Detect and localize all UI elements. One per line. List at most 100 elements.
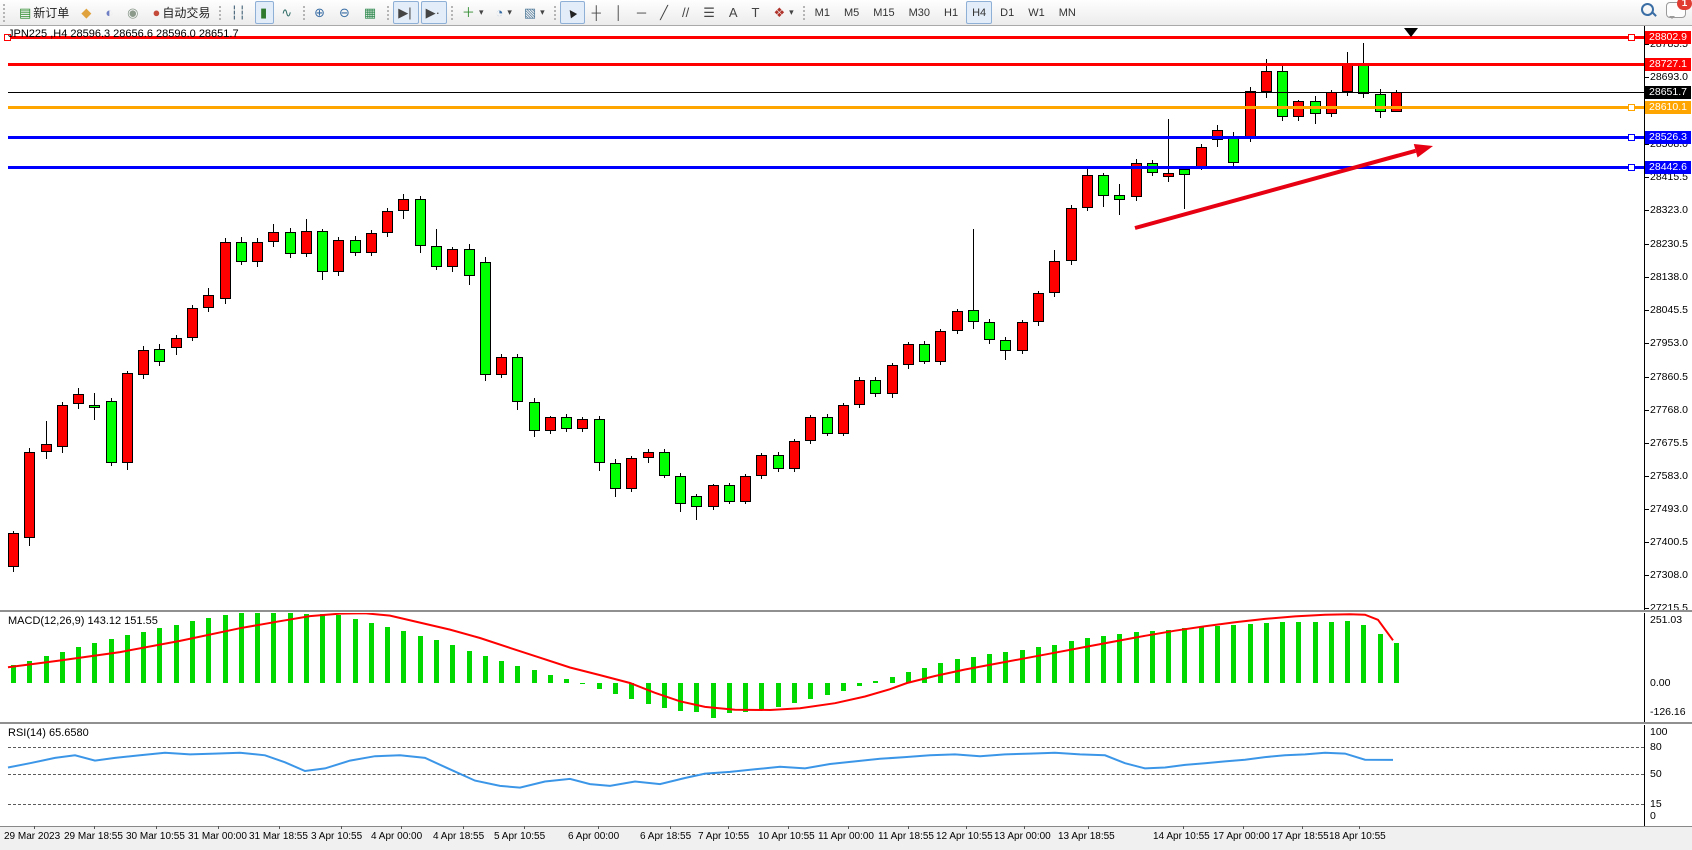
time-axis-label: 6 Apr 18:55 [640,831,691,842]
timeframe-h1-button[interactable]: H1 [938,1,964,24]
macd-histogram-bar [1182,628,1187,683]
pane-separator[interactable] [0,610,1692,613]
candle [1196,147,1207,167]
macd-axis-label: -126.16 [1650,706,1686,718]
candlestick-chart-type-button[interactable]: ▮ [255,1,274,24]
timeframe-m1-button[interactable]: M1 [809,1,836,24]
pane-separator[interactable] [0,722,1692,725]
candle [398,199,409,212]
candle [1114,195,1125,200]
horizontal-level-line[interactable] [8,63,1644,66]
text-label-button[interactable]: T [747,1,767,24]
trendline-button[interactable]: ╱ [655,1,675,24]
line-chart-type-button[interactable]: ∿ [276,1,299,24]
timeframe-m30-button[interactable]: M30 [903,1,936,24]
macd-histogram-bar [694,683,699,712]
horizontal-line-button[interactable]: ─ [632,1,653,24]
line-selection-marker[interactable] [1628,134,1635,141]
timeframe-d1-button[interactable]: D1 [994,1,1020,24]
macd-histogram-bar [1036,647,1041,683]
macd-histogram-bar [580,683,585,684]
macd-histogram-bar [873,681,878,683]
macd-histogram-bar [646,683,651,704]
fibonacci-button-icon: ☰ [703,6,715,19]
chart-shift-marker-icon[interactable] [1404,28,1418,44]
channel-button[interactable]: // [677,1,696,24]
horizontal-level-line[interactable] [8,166,1644,169]
timeframe-w1-button[interactable]: W1 [1022,1,1051,24]
timeframe-h4-button[interactable]: H4 [966,1,992,24]
horizontal-level-line[interactable] [8,106,1644,109]
line-selection-marker[interactable] [1628,104,1635,111]
macd-histogram-bar [1150,631,1155,683]
macd-axis-label: 251.03 [1650,614,1682,626]
candle [89,405,100,408]
zoom-in-button[interactable]: ⊕ [309,1,332,24]
rsi-pane[interactable] [0,725,1692,826]
chart-shift-button[interactable]: ▶· [421,1,447,24]
tile-windows-button[interactable]: ▦ [359,1,383,24]
profile-icon[interactable]: ◐ [100,1,120,24]
current-price-line[interactable] [8,92,1644,93]
price-tick [1644,277,1649,278]
macd-histogram-bar [548,675,553,683]
timeframe-m5-button[interactable]: M5 [838,1,865,24]
macd-pane[interactable] [0,613,1692,722]
text-button[interactable]: A [724,1,745,24]
timeframe-group: M1M5M15M30H1H4D1W1MN [808,1,1083,24]
macd-histogram-bar [825,683,830,695]
crosshair-button[interactable]: ┼ [587,1,608,24]
notifications-icon[interactable]: 1 [1666,2,1686,18]
horizontal-level-line[interactable] [8,136,1644,139]
candle [1375,94,1386,112]
price-tick-label: 27583.0 [1650,470,1688,482]
toolbar-separator [451,6,453,20]
arrows-button[interactable]: ❖▾ [768,1,798,24]
price-tick-label: 28230.5 [1650,238,1688,250]
macd-histogram-bar [1378,634,1383,683]
cursor-button[interactable]: ▲ [560,1,585,24]
line-selection-marker[interactable] [1628,34,1635,41]
dropdown-caret-icon: ▾ [479,7,484,18]
macd-histogram-bar [1394,643,1399,683]
price-tick-label: 27308.0 [1650,569,1688,581]
timeframe-mn-button[interactable]: MN [1053,1,1082,24]
timeframe-m15-button[interactable]: M15 [867,1,900,24]
crayon-icon[interactable]: ◆ [76,1,98,24]
price-tick [1644,244,1649,245]
candle [333,240,344,272]
macd-histogram-bar [353,619,358,683]
macd-histogram-bar [1329,622,1334,683]
vertical-line-button[interactable]: │ [610,1,630,24]
auto-scroll-button[interactable]: ▶| [393,1,418,24]
macd-histogram-bar [629,683,634,699]
bar-chart-type-button[interactable]: ┆┆ [225,1,253,24]
line-selection-marker[interactable] [1628,164,1635,171]
candle [236,242,247,262]
search-icon[interactable] [1640,2,1656,18]
templates-button[interactable]: ▧▾ [519,1,550,24]
signal-icon[interactable]: ◉ [122,1,145,24]
macd-histogram-bar [467,651,472,683]
price-chart-pane[interactable] [0,26,1692,610]
macd-histogram-bar [906,672,911,683]
zoom-out-button[interactable]: ⊖ [334,1,357,24]
candle [545,417,556,431]
new-order-button[interactable]: ▤新订单 [14,1,74,24]
macd-histogram-bar [320,614,325,683]
macd-histogram-bar [597,683,602,689]
chart-title: JPN225 ,H4 28596.3 28656.6 28596.0 28651… [8,28,239,40]
new-chart-button[interactable]: ＋▾ [457,1,489,24]
price-tick-label: 28138.0 [1650,271,1688,283]
fibonacci-button[interactable]: ☰ [698,1,722,24]
macd-histogram-bar [678,683,683,711]
channel-button-icon: // [682,6,689,19]
macd-histogram-bar [613,683,618,694]
periods-button[interactable]: ◔▾ [490,1,516,24]
candle [610,463,621,489]
time-axis-tick [94,826,95,829]
rsi-axis-label: 100 [1650,726,1668,738]
candle [447,249,458,267]
auto-trading-button[interactable]: ●自动交易 [148,1,216,24]
horizontal-level-line[interactable] [8,36,1644,39]
